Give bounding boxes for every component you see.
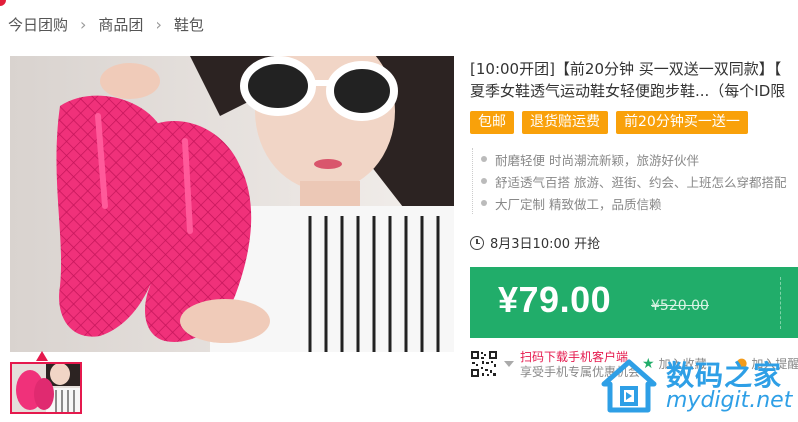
start-time-text: 8月3日10:00 开抢	[490, 237, 601, 252]
price-panel[interactable]: ¥79.00 ¥520.00	[470, 267, 798, 338]
feature-text: 大厂定制 精致做工，品质信赖	[495, 196, 662, 212]
qr-code-icon[interactable]	[470, 350, 498, 378]
product-title[interactable]: [10:00开团]【前20分钟 买一双送一双同款】【 夏季女鞋透气运动鞋女轻便跑…	[470, 58, 798, 102]
product-title-line: 夏季女鞋透气运动鞋女轻便跑步鞋...（每个ID限	[470, 82, 786, 100]
product-thumbnail[interactable]	[10, 362, 82, 414]
breadcrumb-separator-icon: ›	[80, 14, 87, 34]
sale-start-time: 8月3日10:00 开抢	[470, 233, 600, 252]
bullet-icon	[481, 200, 487, 206]
promo-tags: 包邮 退货赔运费 前20分钟买一送一	[470, 111, 748, 134]
bullet-icon	[481, 156, 487, 162]
feature-item: 大厂定制 精致做工，品质信赖	[481, 192, 798, 214]
product-photo-illustration	[10, 56, 454, 352]
clock-icon	[470, 235, 484, 250]
feature-text: 耐磨轻便 时尚潮流新颖，旅游好伙伴	[495, 152, 699, 168]
original-price: ¥520.00	[651, 298, 709, 314]
caret-down-icon	[504, 361, 514, 367]
breadcrumb: 今日团购 › 商品团 › 鞋包	[8, 12, 204, 36]
tag-return-shipping: 退货赔运费	[522, 111, 608, 134]
bullet-icon	[481, 178, 487, 184]
breadcrumb-item-goods[interactable]: 商品团	[98, 14, 143, 35]
tag-buy-one-get-one: 前20分钟买一送一	[616, 111, 748, 134]
feature-item: 舒适透气百搭 旅游、逛街、约会、上班怎么穿都搭配	[481, 170, 798, 192]
top-accent-mark	[0, 0, 6, 6]
breadcrumb-item-shoes-bags[interactable]: 鞋包	[174, 14, 204, 35]
product-title-line: [10:00开团]【前20分钟 买一双送一双同款】【	[470, 60, 782, 78]
breadcrumb-item-today[interactable]: 今日团购	[8, 14, 68, 35]
watermark-en-text: mydigit.net	[666, 388, 793, 413]
feature-item: 耐磨轻便 时尚潮流新颖，旅游好伙伴	[481, 148, 798, 170]
thumbnail-photo-illustration	[12, 364, 80, 412]
feature-list: 耐磨轻便 时尚潮流新颖，旅游好伙伴 舒适透气百搭 旅游、逛街、约会、上班怎么穿都…	[472, 148, 798, 214]
thumbnail-selected-indicator	[36, 351, 48, 361]
site-watermark: 数码之家 mydigit.net	[600, 352, 798, 418]
current-price: ¥79.00	[498, 279, 612, 320]
breadcrumb-separator-icon: ›	[155, 14, 162, 34]
tag-free-shipping: 包邮	[470, 111, 514, 134]
feature-text: 舒适透气百搭 旅游、逛街、约会、上班怎么穿都搭配	[495, 174, 787, 190]
product-main-image[interactable]	[10, 56, 454, 352]
house-logo-icon	[601, 359, 657, 413]
price-divider	[780, 277, 781, 329]
